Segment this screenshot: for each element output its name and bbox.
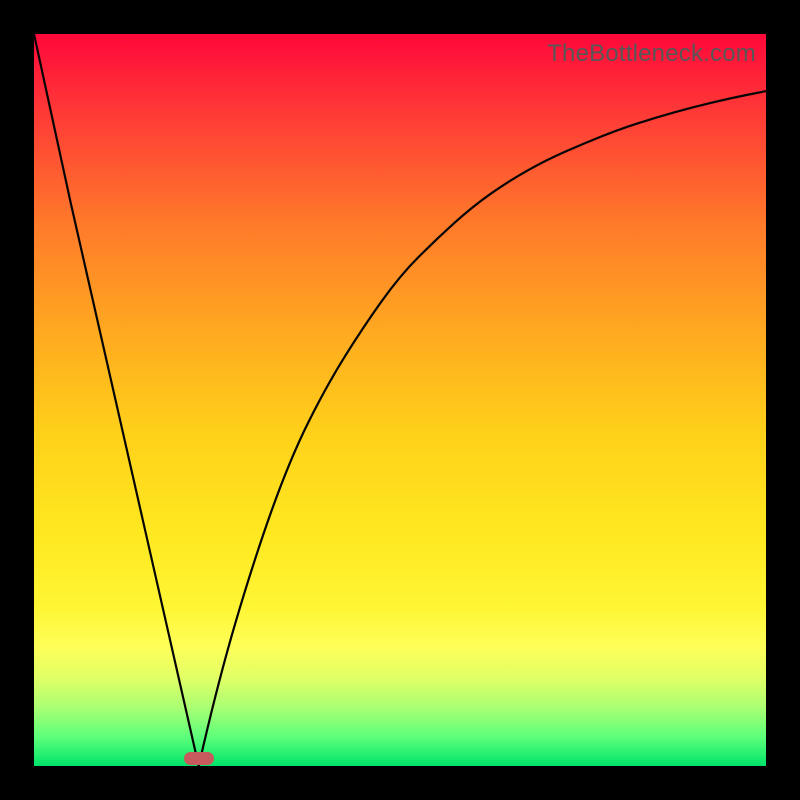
- chart-frame: TheBottleneck.com: [0, 0, 800, 800]
- curve-right-branch: [199, 91, 766, 766]
- curve-left-branch: [34, 34, 199, 766]
- chart-curves-svg: [34, 34, 766, 766]
- plot-area: TheBottleneck.com: [34, 34, 766, 766]
- min-point-marker: [184, 752, 214, 765]
